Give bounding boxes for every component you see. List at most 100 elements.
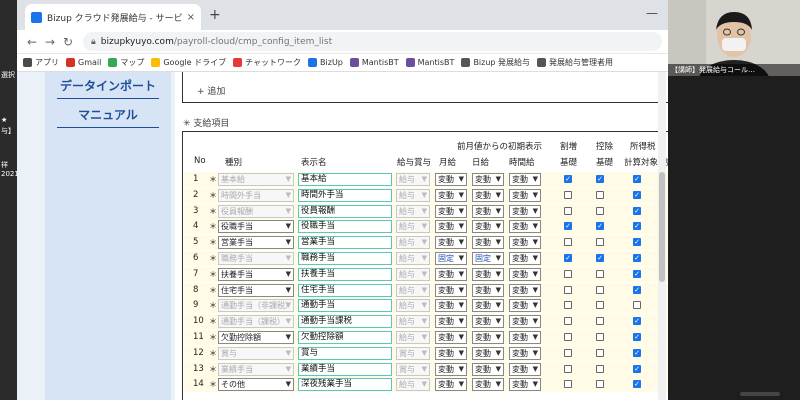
display-name-input[interactable]: 深夜残業手当 (298, 378, 392, 392)
daily-select[interactable]: 変動 ▼ (472, 204, 504, 218)
hourly-select[interactable]: 変動 ▼ (509, 346, 541, 360)
kind-select[interactable]: 給与 ▼ (396, 283, 430, 297)
display-name-input[interactable]: 基本給 (298, 173, 392, 186)
kind-select[interactable]: 給与 ▼ (396, 204, 430, 218)
hourly-select[interactable]: 変動 ▼ (509, 299, 541, 313)
daily-select[interactable]: 変動 ▼ (472, 346, 504, 360)
hourly-select[interactable]: 変動 ▼ (509, 188, 541, 202)
tax-checkbox[interactable]: ✓ (633, 269, 641, 278)
tab-close-icon[interactable]: × (187, 12, 195, 23)
wari-checkbox[interactable]: ✓ (564, 175, 572, 183)
type-select[interactable]: 職務手当 ▼ (218, 252, 294, 265)
monthly-select[interactable]: 変動 ▼ (435, 173, 467, 186)
wari-checkbox[interactable] (564, 269, 572, 278)
wari-checkbox[interactable] (564, 301, 572, 310)
type-select[interactable]: 役員報酬 ▼ (218, 204, 294, 218)
display-name-input[interactable]: 職務手当 (298, 252, 392, 265)
kind-select[interactable]: 給与 ▼ (396, 188, 430, 202)
bookmark-item[interactable]: マップ (108, 57, 144, 68)
hourly-select[interactable]: 変動 ▼ (509, 173, 541, 186)
bookmark-item[interactable]: Bizup 発展給与 (461, 57, 530, 68)
kojo-checkbox[interactable] (596, 285, 604, 294)
wari-checkbox[interactable] (564, 333, 572, 341)
type-select[interactable]: 通勤手当（非課税） ▼ (218, 299, 294, 313)
row-drag-handle[interactable]: ＊ (209, 332, 217, 343)
kojo-checkbox[interactable] (596, 380, 604, 389)
daily-select[interactable]: 変動 ▼ (472, 173, 504, 186)
daily-select[interactable]: 変動 ▼ (472, 331, 504, 344)
wari-checkbox[interactable] (564, 238, 572, 247)
row-drag-handle[interactable]: ＊ (209, 221, 217, 232)
daily-select[interactable]: 変動 ▼ (472, 378, 504, 392)
tax-checkbox[interactable]: ✓ (633, 190, 641, 199)
type-select[interactable]: 役職手当 ▼ (218, 220, 294, 234)
display-name-input[interactable]: 通勤手当課税 (298, 315, 392, 329)
kojo-checkbox[interactable] (596, 364, 604, 373)
monthly-select[interactable]: 変動 ▼ (435, 220, 467, 234)
display-name-input[interactable]: 扶養手当 (298, 267, 392, 281)
wari-checkbox[interactable] (564, 348, 572, 357)
row-drag-handle[interactable]: ＊ (209, 300, 217, 311)
daily-select[interactable]: 変動 ▼ (472, 188, 504, 202)
type-select[interactable]: 時間外手当 ▼ (218, 188, 294, 202)
type-select[interactable]: 欠勤控除額 ▼ (218, 331, 294, 344)
tax-checkbox[interactable]: ✓ (633, 348, 641, 357)
wari-checkbox[interactable]: ✓ (564, 254, 572, 262)
kind-select[interactable]: 給与 ▼ (396, 220, 430, 234)
new-tab-icon[interactable]: + (209, 7, 221, 23)
hourly-select[interactable]: 変動 ▼ (509, 378, 541, 392)
kind-select[interactable]: 給与 ▼ (396, 267, 430, 281)
tax-checkbox[interactable]: ✓ (633, 317, 641, 326)
tax-checkbox[interactable]: ✓ (633, 333, 641, 341)
wari-checkbox[interactable] (564, 380, 572, 389)
kind-select[interactable]: 給与 ▼ (396, 252, 430, 265)
type-select[interactable]: 住宅手当 ▼ (218, 283, 294, 297)
scrollbar-thumb[interactable] (659, 172, 665, 282)
tax-checkbox[interactable]: ✓ (633, 238, 641, 247)
bookmark-item[interactable]: 発展給与管理者用 (537, 57, 613, 68)
tax-checkbox[interactable]: ✓ (633, 254, 641, 262)
webcam-control[interactable] (740, 392, 780, 396)
page-scrollbar[interactable] (658, 72, 666, 400)
row-drag-handle[interactable]: ＊ (209, 190, 217, 201)
display-name-input[interactable]: 欠勤控除額 (298, 331, 392, 344)
hourly-select[interactable]: 変動 ▼ (509, 362, 541, 376)
hourly-select[interactable]: 変動 ▼ (509, 331, 541, 344)
type-select[interactable]: 賞与 ▼ (218, 346, 294, 360)
bookmark-item[interactable]: Google ドライブ (151, 57, 226, 68)
monthly-select[interactable]: 変動 ▼ (435, 378, 467, 392)
daily-select[interactable]: 固定 ▼ (472, 252, 504, 265)
type-select[interactable]: 業績手当 ▼ (218, 362, 294, 376)
row-drag-handle[interactable]: ＊ (209, 348, 217, 359)
wari-checkbox[interactable] (564, 285, 572, 294)
daily-select[interactable]: 変動 ▼ (472, 283, 504, 297)
display-name-input[interactable]: 役職手当 (298, 220, 392, 234)
kojo-checkbox[interactable] (596, 317, 604, 326)
row-drag-handle[interactable]: ＊ (209, 269, 217, 280)
kojo-checkbox[interactable] (596, 190, 604, 199)
monthly-select[interactable]: 固定 ▼ (435, 252, 467, 265)
reload-icon[interactable]: ↻ (59, 35, 77, 49)
bookmark-item[interactable]: Gmail (66, 58, 101, 67)
wari-checkbox[interactable] (564, 206, 572, 215)
row-drag-handle[interactable]: ＊ (209, 174, 217, 185)
type-select[interactable]: 通勤手当（課税） ▼ (218, 315, 294, 329)
display-name-input[interactable]: 役員報酬 (298, 204, 392, 218)
kojo-checkbox[interactable]: ✓ (596, 222, 604, 231)
sidebar-item-manual[interactable]: マニュアル (57, 103, 159, 128)
row-drag-handle[interactable]: ＊ (209, 237, 217, 248)
kind-select[interactable]: 給与 ▼ (396, 173, 430, 186)
bookmark-item[interactable]: BizUp (308, 58, 343, 67)
address-bar[interactable]: 🔒︎ bizupkyuyo.com/payroll-cloud/cmp_conf… (83, 32, 662, 51)
tax-checkbox[interactable] (633, 301, 641, 310)
daily-select[interactable]: 変動 ▼ (472, 236, 504, 250)
bookmark-item[interactable]: チャットワーク (233, 57, 301, 68)
kind-select[interactable]: 賞与 ▼ (396, 362, 430, 376)
kojo-checkbox[interactable] (596, 238, 604, 247)
tax-checkbox[interactable]: ✓ (633, 285, 641, 294)
hourly-select[interactable]: 変動 ▼ (509, 220, 541, 234)
monthly-select[interactable]: 変動 ▼ (435, 267, 467, 281)
row-drag-handle[interactable]: ＊ (209, 285, 217, 296)
display-name-input[interactable]: 住宅手当 (298, 283, 392, 297)
type-select[interactable]: その他 ▼ (218, 378, 294, 392)
